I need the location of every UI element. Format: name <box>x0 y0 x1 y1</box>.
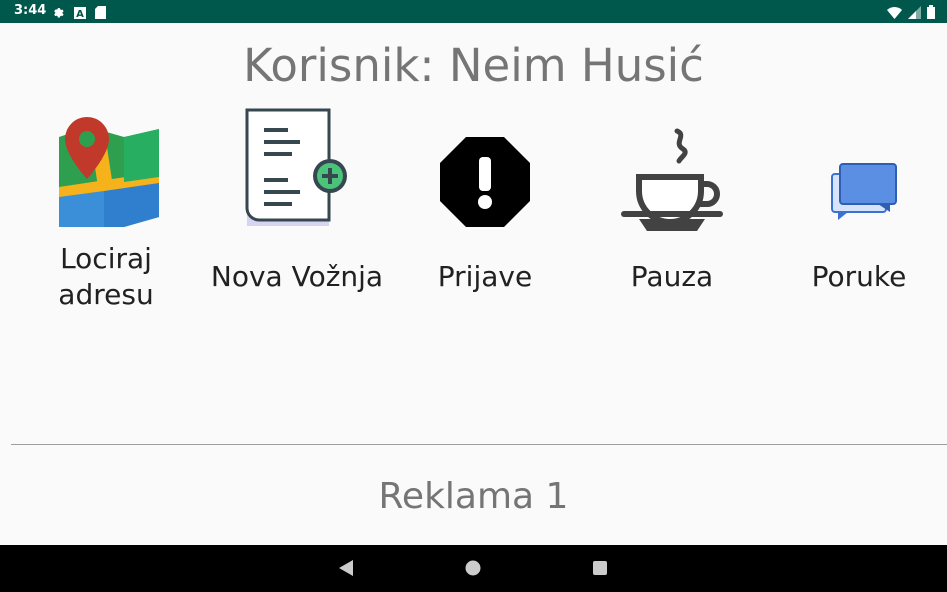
home-icon <box>465 560 481 576</box>
menu-item-label: Pauza <box>630 260 714 293</box>
navigation-bar <box>0 545 947 592</box>
wifi-icon <box>887 4 902 23</box>
map-pin-icon <box>59 117 159 227</box>
menu-item-label: Lociraj adresu <box>58 242 154 311</box>
recents-button[interactable] <box>580 545 620 592</box>
recents-icon <box>593 561 607 575</box>
a-icon: A <box>74 4 86 23</box>
menu-item-messages[interactable]: Poruke <box>770 105 947 325</box>
battery-icon <box>927 4 935 23</box>
ad-banner[interactable]: Reklama 1 <box>0 472 947 522</box>
home-button[interactable] <box>453 545 493 592</box>
menu-item-new-ride[interactable]: Nova Vožnja <box>208 105 386 325</box>
coffee-cup-icon <box>621 128 723 231</box>
status-bar: 3:44 A <box>0 0 947 23</box>
status-icons-left: A <box>52 4 106 23</box>
status-icons-right <box>887 4 935 23</box>
chat-icon <box>831 163 897 220</box>
menu-item-label: Nova Vožnja <box>210 260 384 293</box>
svg-text:A: A <box>76 9 84 19</box>
divider <box>11 444 947 445</box>
new-document-icon <box>245 108 347 226</box>
back-icon <box>339 560 353 576</box>
back-button[interactable] <box>327 545 367 592</box>
sd-card-icon <box>95 4 106 23</box>
alert-octagon-icon <box>440 137 530 227</box>
user-title: Korisnik: Neim Husić <box>243 39 704 92</box>
menu-item-break[interactable]: Pauza <box>583 105 761 325</box>
signal-icon <box>908 4 921 23</box>
menu-item-label: Poruke <box>811 260 907 293</box>
menu-item-reports[interactable]: Prijave <box>396 105 574 325</box>
menu-item-label: Prijave <box>437 260 533 293</box>
menu-item-locate-address[interactable]: Lociraj adresu <box>17 105 195 325</box>
status-time: 3:44 <box>14 3 47 18</box>
gear-icon <box>52 4 65 23</box>
